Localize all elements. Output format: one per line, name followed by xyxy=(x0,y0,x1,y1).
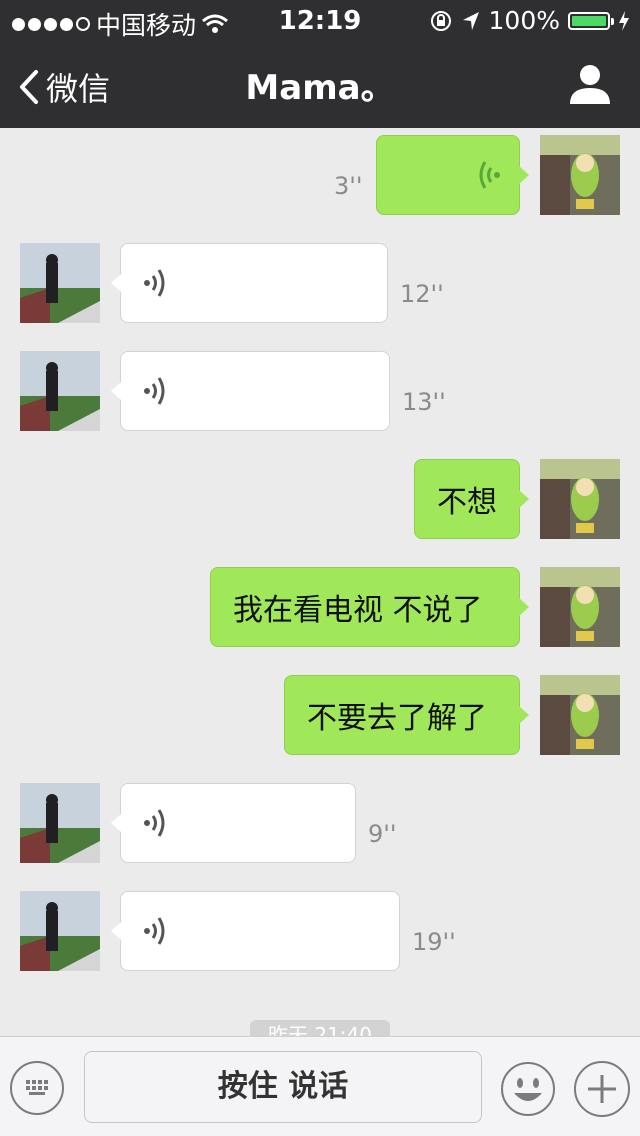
avatar-image xyxy=(20,891,100,971)
avatar-image xyxy=(540,567,620,647)
rotation-lock-icon xyxy=(430,10,451,31)
voice-message-bubble[interactable] xyxy=(111,243,388,323)
voice-wave-icon xyxy=(144,377,165,405)
text-message-bubble[interactable]: 我在看电视 不说了 xyxy=(210,567,529,647)
hold-to-talk-button[interactable]: 按住 说话 xyxy=(84,1051,482,1123)
more-options-button[interactable] xyxy=(574,1061,630,1117)
my-avatar[interactable] xyxy=(540,567,620,647)
voice-duration: 19'' xyxy=(412,928,456,956)
chat-title: Mama。 xyxy=(245,68,395,108)
voice-wave-icon xyxy=(144,269,165,297)
chat-area[interactable]: 3'' 12'' 13'' 不想 我在看电视 不说了 不要去了解了 9'' 19… xyxy=(0,128,640,1036)
charging-bolt-icon xyxy=(619,10,629,31)
my-avatar[interactable] xyxy=(540,459,620,539)
my-avatar[interactable] xyxy=(540,135,620,215)
voice-wave-icon xyxy=(479,161,500,189)
voice-duration: 13'' xyxy=(402,388,446,416)
avatar-image xyxy=(20,243,100,323)
avatar-image xyxy=(540,459,620,539)
text-message-bubble[interactable]: 不想 xyxy=(414,459,529,539)
smiley-icon[interactable] xyxy=(500,1061,556,1117)
message-text: 不想 xyxy=(437,485,497,520)
plus-icon xyxy=(588,1075,616,1103)
voice-duration: 3'' xyxy=(334,172,363,200)
location-arrow-icon xyxy=(462,11,479,30)
avatar-image xyxy=(20,783,100,863)
nav-bar: 微信 Mama。 xyxy=(0,40,640,128)
battery-icon xyxy=(568,11,614,30)
message-text: 我在看电视 不说了 xyxy=(233,593,483,628)
voice-duration: 9'' xyxy=(368,820,397,848)
battery-percent: 100% xyxy=(488,6,560,35)
voice-message-bubble[interactable] xyxy=(111,891,400,971)
input-bar: 按住 说话 xyxy=(0,1036,640,1136)
contact-avatar[interactable] xyxy=(20,351,100,431)
voice-message-bubble[interactable] xyxy=(111,783,356,863)
avatar-image xyxy=(540,135,620,215)
status-bar: 中国移动 12:19 100% xyxy=(0,0,640,40)
contact-avatar[interactable] xyxy=(20,783,100,863)
voice-message-bubble[interactable] xyxy=(376,135,529,215)
voice-duration: 12'' xyxy=(400,280,444,308)
person-icon[interactable] xyxy=(568,62,612,106)
contact-avatar[interactable] xyxy=(20,243,100,323)
avatar-image xyxy=(20,351,100,431)
keyboard-icon xyxy=(26,1080,48,1095)
contact-avatar[interactable] xyxy=(20,891,100,971)
status-right: 100% xyxy=(429,6,630,35)
message-text: 不要去了解了 xyxy=(307,701,487,736)
voice-message-bubble[interactable] xyxy=(111,351,390,431)
text-message-bubble[interactable]: 不要去了解了 xyxy=(284,675,529,755)
voice-wave-icon xyxy=(144,917,165,945)
avatar-image xyxy=(540,675,620,755)
voice-wave-icon xyxy=(144,809,165,837)
my-avatar[interactable] xyxy=(540,675,620,755)
keyboard-toggle-button[interactable] xyxy=(10,1061,64,1115)
